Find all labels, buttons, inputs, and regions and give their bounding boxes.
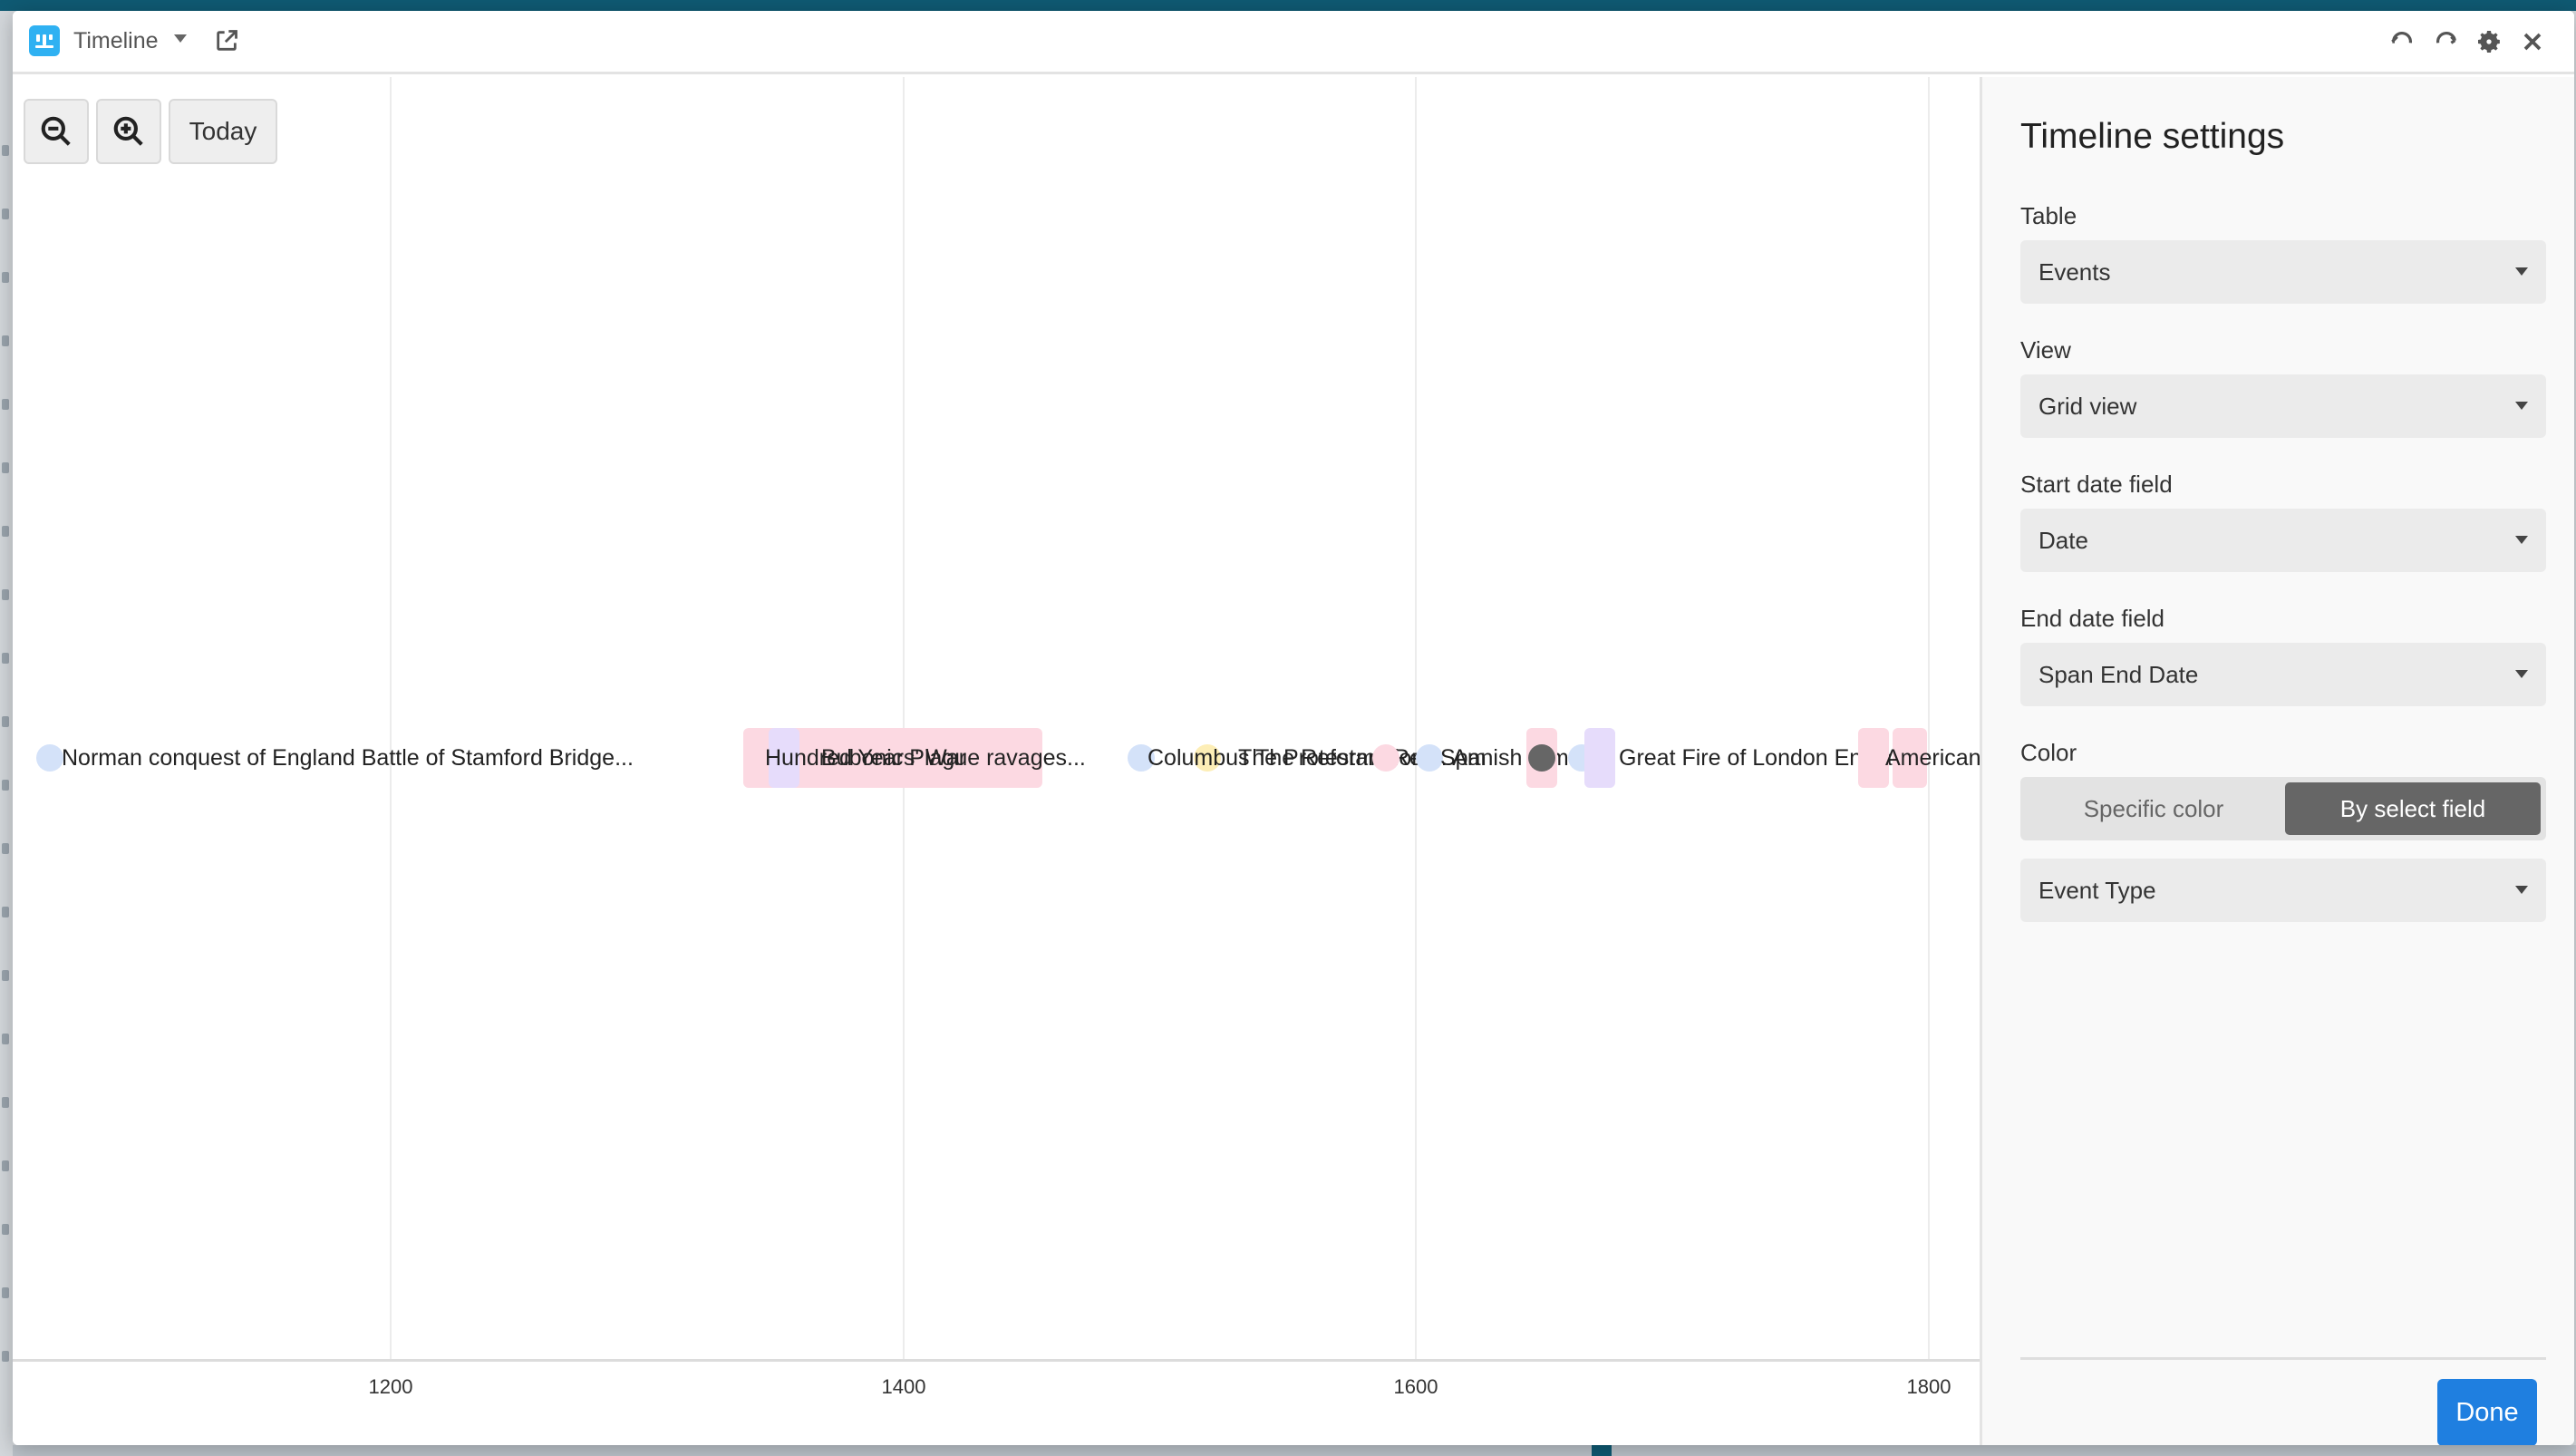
backdrop-row-marker: [2, 907, 9, 917]
table-label: Table: [2020, 202, 2077, 229]
zoom-in-button[interactable]: [96, 99, 161, 164]
app-top-bar: [0, 0, 2576, 11]
axis-label: 1200: [368, 1375, 413, 1398]
backdrop-row-marker: [2, 1097, 9, 1108]
gridline: [1415, 77, 1417, 1359]
view-select[interactable]: Grid view: [2020, 374, 2546, 438]
color-field-select[interactable]: Event Type: [2020, 859, 2546, 922]
backdrop-row-marker: [2, 209, 9, 219]
chevron-down-icon: [2515, 670, 2528, 678]
view-label: View: [2020, 336, 2071, 364]
timeline-app-icon: [29, 25, 60, 56]
panel-divider: [2020, 1357, 2546, 1360]
start-date-select[interactable]: Date: [2020, 509, 2546, 572]
backdrop-row-marker: [2, 399, 9, 410]
table-select[interactable]: Events: [2020, 240, 2546, 304]
table-select-value: Events: [2039, 258, 2111, 286]
start-date-label: Start date field: [2020, 471, 2173, 498]
backdrop-row-marker: [2, 1224, 9, 1235]
settings-title: Timeline settings: [2020, 117, 2285, 156]
event-marker[interactable]: [1416, 744, 1443, 772]
event-label[interactable]: Norman conquest of England Battle of Sta…: [62, 744, 634, 772]
axis-label: 1600: [1393, 1375, 1438, 1398]
title-bar: Timeline: [13, 11, 2574, 74]
end-date-value: Span End Date: [2039, 661, 2199, 688]
done-button[interactable]: Done: [2437, 1379, 2537, 1445]
chevron-down-icon[interactable]: [174, 34, 187, 43]
zoom-out-icon: [41, 116, 71, 146]
backdrop-row-marker: [2, 272, 9, 283]
color-field-value: Event Type: [2039, 877, 2156, 904]
color-label: Color: [2020, 739, 2077, 766]
view-select-value: Grid view: [2039, 393, 2137, 420]
gear-icon[interactable]: [2474, 27, 2503, 56]
event-label[interactable]: American Revolution: [1885, 744, 1980, 772]
backdrop-row-marker: [2, 1287, 9, 1298]
timeline-modal: Timeline Today Norman conquest of Englan…: [13, 11, 2574, 1445]
backdrop-row-marker: [2, 653, 9, 664]
gridline: [903, 77, 905, 1359]
backdrop-row-marker: [2, 526, 9, 537]
chevron-down-icon: [2515, 402, 2528, 410]
color-mode-toggle: Specific color By select field: [2020, 777, 2546, 840]
backdrop-row-marker: [2, 145, 9, 156]
start-date-value: Date: [2039, 527, 2088, 554]
event-marker[interactable]: [1528, 744, 1555, 772]
event-marker[interactable]: [1372, 744, 1399, 772]
backdrop-bottom-bar: [13, 1445, 2576, 1456]
timeline-canvas[interactable]: Today Norman conquest of England Battle …: [13, 77, 1980, 1445]
gridline: [390, 77, 392, 1359]
zoom-in-icon: [113, 116, 143, 146]
gridline: [1928, 77, 1930, 1359]
events-row: Norman conquest of England Battle of Sta…: [13, 725, 1980, 789]
backdrop-row-marker: [2, 1034, 9, 1044]
backdrop-row-marker: [2, 462, 9, 473]
close-icon[interactable]: [2518, 27, 2547, 56]
backdrop-row-marker: [2, 780, 9, 791]
today-button[interactable]: Today: [169, 99, 277, 164]
by-select-field-option[interactable]: By select field: [2285, 782, 2541, 835]
backdrop-scroll-marker: [1592, 1445, 1612, 1456]
event-span[interactable]: [1858, 728, 1889, 788]
event-span[interactable]: [1584, 728, 1615, 788]
redo-icon[interactable]: [2432, 27, 2461, 56]
backdrop-row-marker: [2, 1160, 9, 1171]
specific-color-option[interactable]: Specific color: [2026, 782, 2281, 835]
zoom-out-button[interactable]: [24, 99, 89, 164]
backdrop-row-marker: [2, 970, 9, 981]
backdrop-row-marker: [2, 335, 9, 346]
event-label[interactable]: Bubonic Plague ravages...: [821, 744, 1086, 772]
chevron-down-icon: [2515, 536, 2528, 544]
time-axis: [13, 1359, 1980, 1362]
end-date-label: End date field: [2020, 605, 2165, 632]
timeline-settings-panel: Timeline settings Table Events View Grid…: [1980, 77, 2574, 1445]
undo-icon[interactable]: [2387, 27, 2416, 56]
backdrop-row-markers: [0, 145, 13, 1451]
axis-label: 1800: [1906, 1375, 1951, 1398]
backdrop-row-marker: [2, 843, 9, 854]
end-date-select[interactable]: Span End Date: [2020, 643, 2546, 706]
backdrop-row-marker: [2, 716, 9, 727]
axis-label: 1400: [881, 1375, 926, 1398]
chevron-down-icon: [2515, 267, 2528, 276]
event-marker[interactable]: [36, 744, 63, 772]
backdrop-row-marker: [2, 1351, 9, 1362]
app-title[interactable]: Timeline: [73, 25, 159, 56]
chevron-down-icon: [2515, 886, 2528, 894]
open-external-icon[interactable]: [214, 28, 239, 53]
backdrop-row-marker: [2, 589, 9, 600]
